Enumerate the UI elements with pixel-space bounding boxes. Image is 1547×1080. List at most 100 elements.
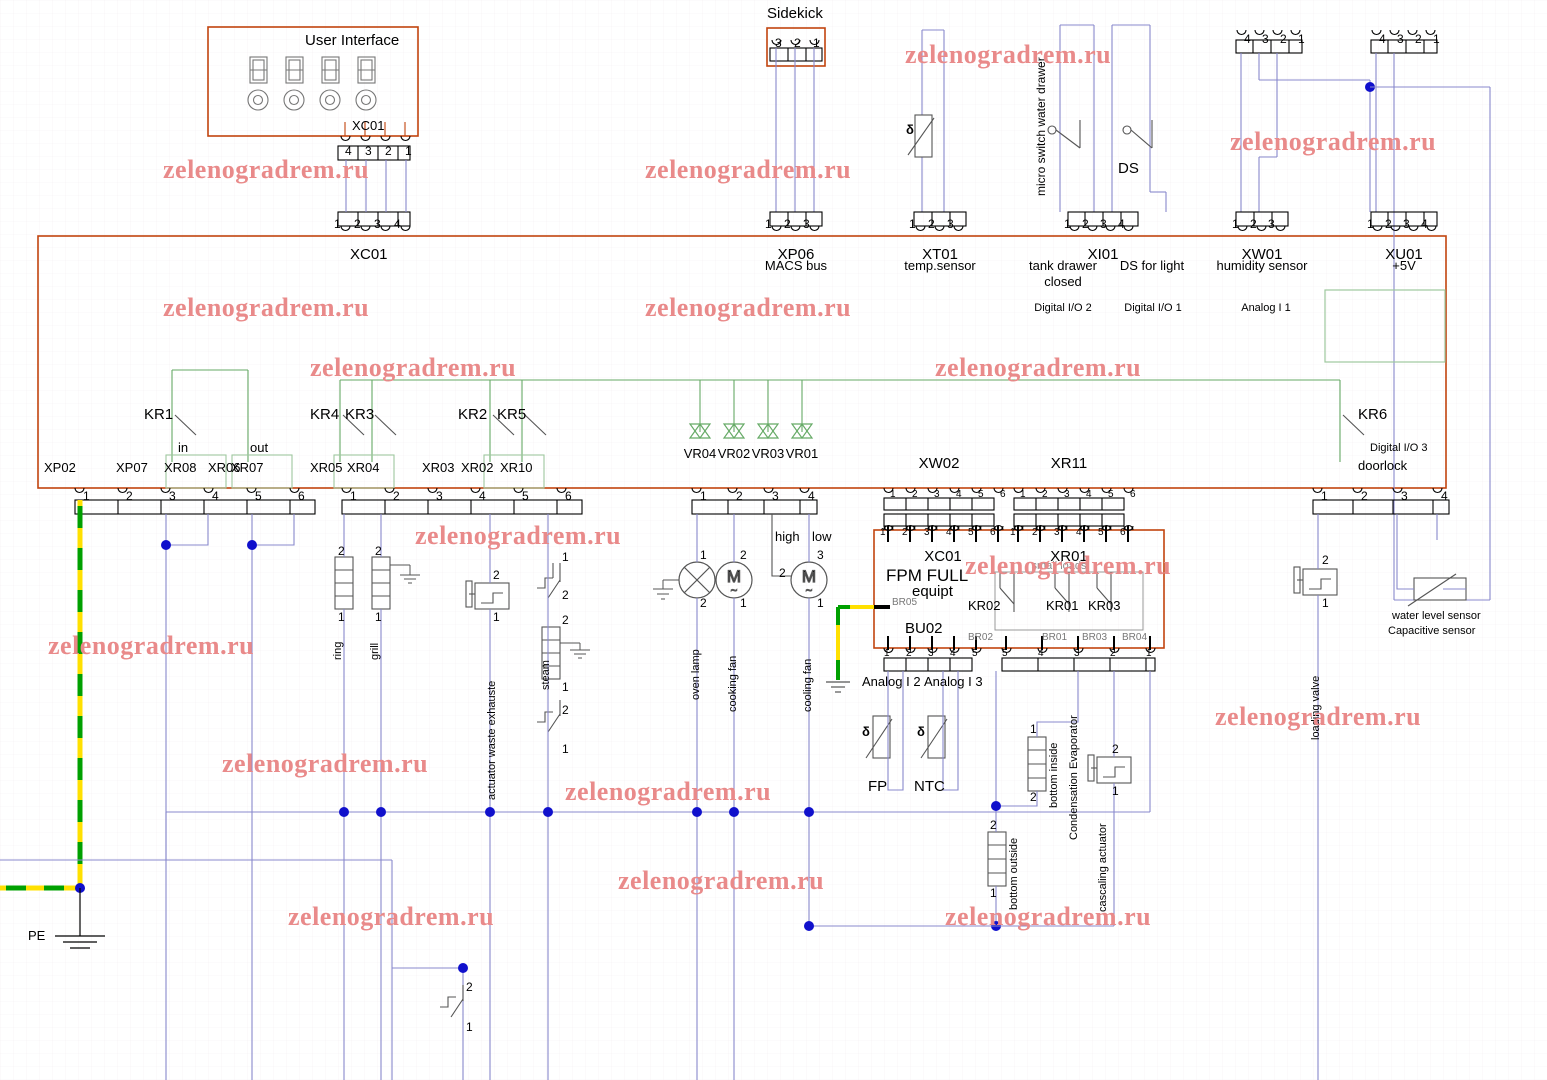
triac-vr03-label: VR03: [751, 446, 785, 461]
board-digital-io-3: Digital I/O 3: [1370, 442, 1428, 454]
xi01-pin-1: 1: [1064, 217, 1071, 231]
gr-pin-1: 1: [1321, 489, 1328, 503]
sidekick-pin-3: 3: [775, 36, 782, 50]
xt01-pin-2: 2: [928, 217, 935, 231]
junction-dot: [376, 807, 386, 817]
br-pin-5: 5: [1002, 648, 1008, 659]
oven-lamp-pin-bottom: 2: [700, 596, 707, 610]
cascaling-actuator-label: cascaling actuator: [1097, 823, 1109, 912]
junction-dot: [692, 807, 702, 817]
xu01-top-pin-4: 4: [1379, 32, 1386, 46]
bottom-switch-pin-top: 2: [466, 980, 473, 994]
fpm-xc01-pin-6: 6: [990, 527, 996, 538]
conn-label-xr07: XR07: [231, 460, 264, 475]
junction-dot: [729, 807, 739, 817]
xi01-desc-closed: closed: [1044, 274, 1082, 289]
svg-text:M: M: [727, 567, 741, 586]
cascaling-actuator-pin-bottom: 1: [1112, 784, 1119, 798]
sidekick-pin-2: 2: [794, 36, 801, 50]
xr11-pin-1: 1: [1020, 489, 1026, 500]
cascaling-actuator-icon: [1087, 754, 1132, 784]
cooling-fan-pin-mid: 2: [779, 566, 786, 580]
g1-pin-6: 6: [298, 489, 305, 503]
fpm-xr01-pin-2: 2: [1032, 527, 1038, 538]
actuator-waste-exhauste-label: actuator waste exhauste: [486, 680, 498, 800]
fpm-xc01-pin-5: 5: [968, 527, 974, 538]
fpm-xr01-pin-5: 5: [1098, 527, 1104, 538]
heater-grill-icon: [371, 556, 391, 610]
xu01-top-pin-2: 2: [1415, 32, 1422, 46]
fpm-xc01-pin-4: 4: [946, 527, 952, 538]
junction-dot: [161, 540, 171, 550]
g3-pin-2: 2: [736, 489, 743, 503]
g1-pin-4: 4: [212, 489, 219, 503]
xw01-top-pin-2: 2: [1280, 32, 1287, 46]
relay-kr4-label: KR4: [310, 406, 340, 423]
cooking-fan-label: cooking fan: [727, 655, 739, 712]
loading-valve-label: loading valve: [1310, 675, 1322, 740]
g1-pin-2: 2: [126, 489, 133, 503]
heater-ring-icon: [334, 556, 354, 610]
xw02-label: XW02: [918, 455, 960, 472]
fp-sensor-label: FP: [868, 778, 888, 795]
xc01-board-pin-4: 4: [394, 217, 401, 231]
gr-pin-3: 3: [1401, 489, 1408, 503]
board-xc01-label: XC01: [350, 246, 388, 263]
g1-pin-3: 3: [169, 489, 176, 503]
oven-lamp-label: oven lamp: [690, 649, 702, 700]
fpm-relay-kr02: KR02: [968, 598, 1001, 613]
xi01-pin-2: 2: [1082, 217, 1089, 231]
steam-sw-bot-1: 1: [562, 742, 569, 756]
ntc-sensor-label: NTC: [914, 778, 945, 795]
fpm-xr01-pin-1: 1: [1010, 527, 1016, 538]
bottom-outside-pin-bottom: 1: [990, 886, 997, 900]
thermistor-delta-symbol-ntc: δ: [917, 724, 925, 739]
xu01-desc: +5V: [1392, 258, 1416, 273]
steam-pin-bottom: 1: [562, 680, 569, 694]
xi01-desc-tank-drawer: tank drawer: [1029, 258, 1097, 273]
svg-text:~: ~: [731, 585, 737, 597]
loading-valve-pin-bottom: 1: [1322, 596, 1329, 610]
triac-vr02-label: VR02: [717, 446, 751, 461]
g2-pin-3: 3: [436, 489, 443, 503]
g3-pin-1: 1: [700, 489, 707, 503]
xw01-top-pin-4: 4: [1244, 32, 1251, 46]
relay-kr1-label: KR1: [144, 406, 174, 423]
relay-kr2-label: KR2: [458, 406, 488, 423]
thermistor-delta-symbol-fp: δ: [862, 724, 870, 739]
xt01-pin-1: 1: [909, 217, 916, 231]
junction-dot: [804, 921, 814, 931]
bottom-inside-label: bottom inside: [1048, 742, 1060, 808]
conn-label-xr03: XR03: [422, 460, 455, 475]
micro-switch-water-drawer-label: micro switch water drawer: [1034, 57, 1048, 196]
actuator-pin-top: 2: [493, 568, 500, 582]
xr11-pin-4: 4: [1086, 489, 1092, 500]
bottom-inside-pin-top: 1: [1030, 722, 1037, 736]
svg-text:M: M: [802, 567, 816, 586]
junction-dot: [458, 963, 468, 973]
fpm-xc01-pin-2: 2: [902, 527, 908, 538]
xu01-top-pin-1: 1: [1433, 32, 1440, 46]
sidekick-title: Sidekick: [767, 5, 823, 22]
fpm-xr01-pin-4: 4: [1076, 527, 1082, 538]
fpm-br04-label: BR04: [1122, 632, 1148, 643]
xc01-ui-pin-4: 4: [345, 144, 352, 158]
bottom-switch-pin-bottom: 1: [466, 1020, 473, 1034]
schematic-svg: M ~ M ~: [0, 0, 1547, 1080]
cascaling-actuator-pin-top: 2: [1112, 742, 1119, 756]
xw01-desc: humidity sensor: [1216, 258, 1308, 273]
relay-kr3-label: KR3: [345, 406, 375, 423]
thermistor-delta-symbol-xt01: δ: [906, 122, 914, 137]
xi01-io-2: Digital I/O 2: [1034, 302, 1092, 314]
grill-pin-top: 2: [375, 544, 382, 558]
bottom-outside-label: bottom outside: [1008, 837, 1020, 910]
fpm-relay-kr01: KR01: [1046, 598, 1079, 613]
xp06-pin-1: 1: [765, 217, 772, 231]
xu01-pin-4: 4: [1421, 217, 1428, 231]
bottom-inside-pin-bottom: 2: [1030, 790, 1037, 804]
xc01-board-pin-2: 2: [354, 217, 361, 231]
fpm-br03-label: BR03: [1082, 632, 1108, 643]
fpm-title-line2: equipt: [912, 583, 953, 600]
cooking-fan-pin-top: 2: [740, 548, 747, 562]
xw02-pin-3: 3: [934, 489, 940, 500]
